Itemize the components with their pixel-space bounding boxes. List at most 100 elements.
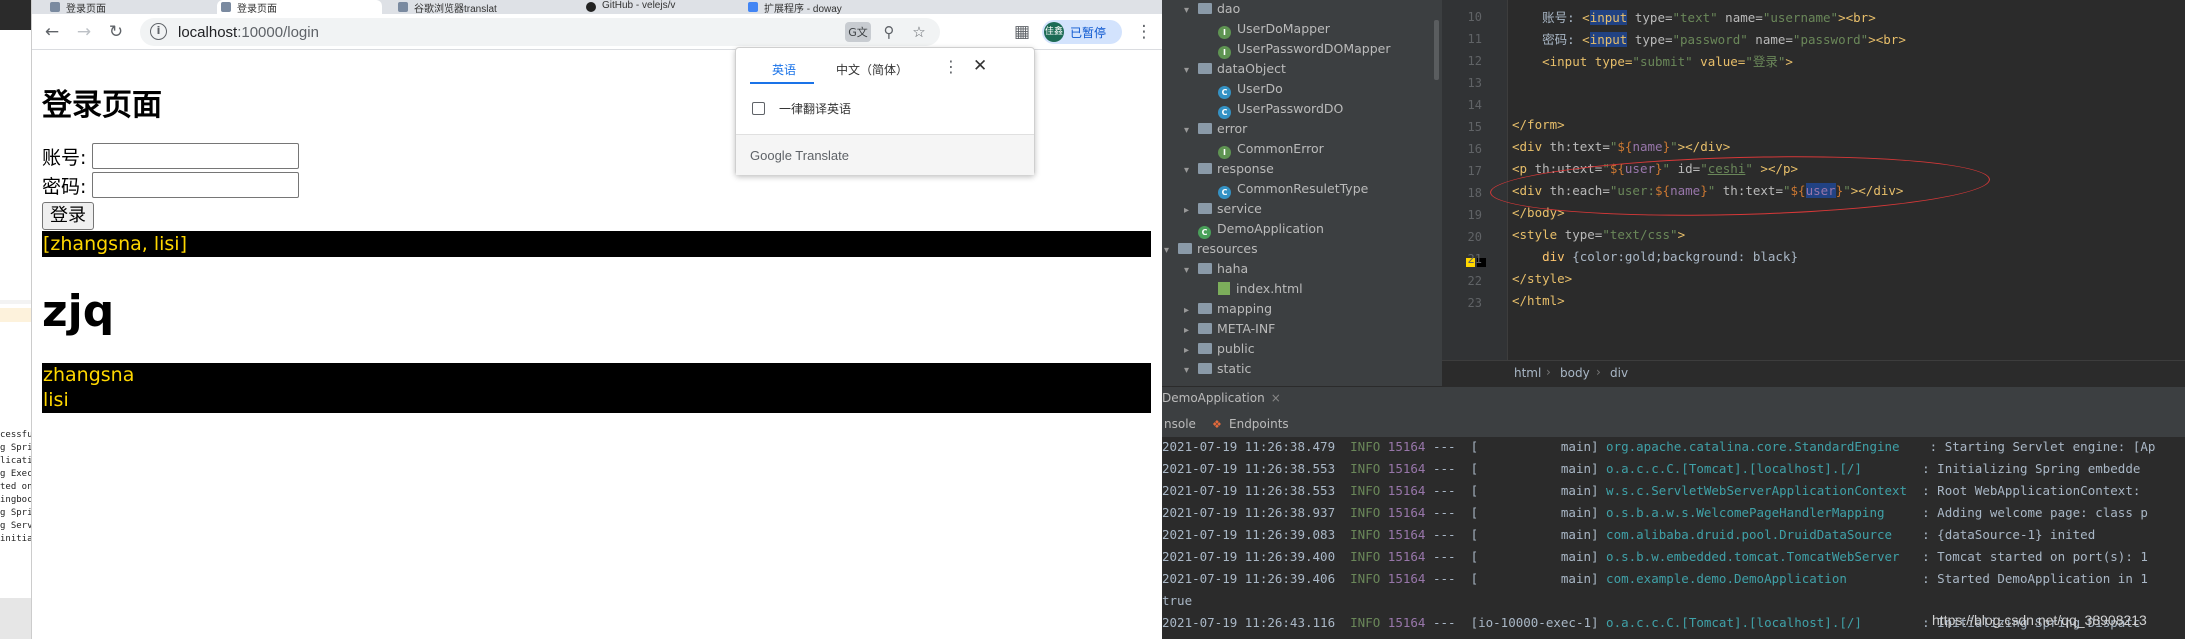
login-button[interactable]: 登录: [42, 202, 94, 230]
translate-icon[interactable]: G文: [845, 22, 871, 42]
console-token: 2021-07-19 11:26:38.553: [1162, 483, 1351, 498]
tree-item[interactable]: C UserDo: [1218, 81, 1283, 101]
chevron-right-icon[interactable]: ▸: [1184, 325, 1198, 336]
page-title: 登录页面: [42, 88, 162, 123]
chevron-right-icon[interactable]: ▸: [1184, 305, 1198, 316]
github-icon: [586, 2, 596, 12]
chevron-down-icon[interactable]: ▾: [1184, 365, 1198, 376]
code-token: name=: [1717, 10, 1763, 25]
address-bar[interactable]: i localhost:10000/login G文 ⚲ ☆: [140, 18, 940, 46]
profile-button[interactable]: 佳鑫 已暂停: [1042, 20, 1122, 44]
chevron-down-icon[interactable]: ▾: [1184, 265, 1198, 276]
chevron-right-icon[interactable]: ▸: [1184, 205, 1198, 216]
strip-log-line: cessfu: [0, 430, 32, 440]
folder-icon: [1198, 63, 1212, 74]
tree-item[interactable]: C CommonResuletType: [1218, 181, 1368, 201]
puzzle-icon[interactable]: ▦: [1010, 20, 1034, 44]
tree-item[interactable]: I UserDoMapper: [1218, 21, 1330, 41]
tab-console[interactable]: nsole: [1164, 417, 1196, 431]
console-output[interactable]: 2021-07-19 11:26:38.479 INFO 15164 --- […: [1162, 438, 2185, 639]
browser-tab[interactable]: 谷歌浏览器translat: [394, 0, 554, 14]
chevron-down-icon[interactable]: ▾: [1184, 125, 1198, 136]
line-number: 16: [1467, 142, 1482, 156]
tab-strip: 登录页面 登录页面 谷歌浏览器translat GitHub - velejs/…: [32, 0, 1162, 14]
tree-item[interactable]: C DemoApplication: [1198, 221, 1324, 241]
strip-titlebar: [0, 0, 31, 30]
chevron-down-icon[interactable]: ▾: [1164, 245, 1178, 256]
username-input[interactable]: [92, 143, 299, 169]
tree-item[interactable]: index.html: [1218, 281, 1303, 301]
tab-endpoints-label: Endpoints: [1229, 417, 1289, 431]
console-token: --- [ main]: [1432, 461, 1607, 476]
console-token: --- [ main]: [1432, 549, 1607, 564]
code-editor[interactable]: 账号: <input type="text" name="username"><…: [1442, 0, 2185, 360]
code-token: "submit": [1632, 54, 1693, 69]
password-input[interactable]: [92, 172, 299, 198]
password-row: 密码:: [42, 172, 299, 199]
tree-item[interactable]: ▾ haha: [1184, 261, 1248, 281]
console-token: 15164: [1387, 483, 1433, 498]
run-config-tab[interactable]: DemoApplication ×: [1162, 391, 1281, 405]
console-token: 15164: [1387, 461, 1433, 476]
tree-item[interactable]: ▾ dataObject: [1184, 61, 1286, 81]
folder-icon: [1198, 163, 1212, 174]
tree-item[interactable]: C UserPasswordDO: [1218, 101, 1343, 121]
tab-chinese[interactable]: 中文（简体）: [836, 61, 908, 78]
tab-title: 登录页面: [237, 4, 277, 14]
tree-item[interactable]: ▸ META-INF: [1184, 321, 1275, 341]
line-number: 18: [1467, 186, 1482, 200]
tree-item[interactable]: I UserPasswordDOMapper: [1218, 41, 1391, 61]
endpoints-icon: ❖: [1212, 418, 1222, 431]
tree-item[interactable]: ▾ response: [1184, 161, 1274, 181]
code-token: br: [1883, 32, 1899, 47]
arrow-right-icon[interactable]: →: [72, 20, 96, 44]
always-translate-checkbox[interactable]: [752, 102, 765, 115]
tree-item[interactable]: ▾ static: [1184, 361, 1251, 381]
browser-tab[interactable]: GitHub - velejs/v: [582, 0, 732, 14]
browser-tab[interactable]: 登录页面: [46, 0, 196, 14]
breadcrumb-item[interactable]: body: [1560, 366, 1590, 380]
url-text[interactable]: localhost:10000/login: [178, 24, 319, 41]
close-icon[interactable]: ✕: [973, 56, 987, 76]
console-token: 15164: [1387, 505, 1433, 520]
tree-scrollbar[interactable]: [1434, 20, 1439, 80]
url-path: :10000/login: [237, 24, 319, 41]
console-line: 2021-07-19 11:26:38.553 INFO 15164 --- […: [1162, 483, 2140, 505]
strip-log-line: g Spri: [0, 443, 32, 453]
chevron-down-icon[interactable]: ▾: [1184, 65, 1198, 76]
kebab-menu-icon[interactable]: ⋮: [1132, 20, 1156, 44]
code-token: "登录": [1745, 54, 1786, 69]
tab-english[interactable]: 英语: [772, 61, 796, 78]
chevron-down-icon[interactable]: ▾: [1184, 5, 1198, 16]
chevron-right-icon[interactable]: ▸: [1184, 345, 1198, 356]
tree-item[interactable]: ▾ resources: [1164, 241, 1258, 261]
tab-title: 谷歌浏览器translat: [414, 4, 497, 14]
kebab-menu-icon[interactable]: ⋮: [943, 57, 959, 76]
tree-item[interactable]: ▾ error: [1184, 121, 1247, 141]
chevron-down-icon[interactable]: ▾: [1184, 165, 1198, 176]
tree-item[interactable]: I CommonError: [1218, 141, 1324, 161]
browser-tab[interactable]: 扩展程序 - doway: [744, 0, 894, 14]
close-icon[interactable]: ×: [1271, 391, 1281, 405]
class-icon: C: [1218, 86, 1231, 99]
console-token: INFO: [1350, 571, 1388, 586]
code-token: {color:gold;background: black}: [1572, 249, 1798, 264]
breadcrumb-item[interactable]: div: [1610, 366, 1628, 380]
code-line-23: </html>: [1512, 293, 1565, 308]
tree-item[interactable]: ▾ dao: [1184, 1, 1240, 21]
tree-item[interactable]: ▸ service: [1184, 201, 1262, 221]
folder-icon: [1198, 3, 1212, 14]
zoom-icon[interactable]: ⚲: [877, 20, 901, 44]
code-token: ><: [1838, 10, 1854, 25]
tree-item[interactable]: ▸ mapping: [1184, 301, 1272, 321]
breadcrumb-item[interactable]: html: [1514, 366, 1541, 380]
star-icon[interactable]: ☆: [907, 20, 931, 44]
reload-icon[interactable]: ↻: [104, 20, 128, 44]
browser-tab-active[interactable]: 登录页面: [217, 0, 382, 14]
tab-endpoints[interactable]: ❖ Endpoints: [1212, 417, 1289, 431]
tree-item[interactable]: ▸ public: [1184, 341, 1255, 361]
arrow-left-icon[interactable]: ←: [40, 20, 64, 44]
info-icon[interactable]: i: [150, 23, 167, 40]
project-tree: ▾ dao I UserDoMapper I UserPasswordDOMapper ▾ d…: [1162, 0, 1442, 386]
code-token: value=: [1692, 54, 1746, 69]
